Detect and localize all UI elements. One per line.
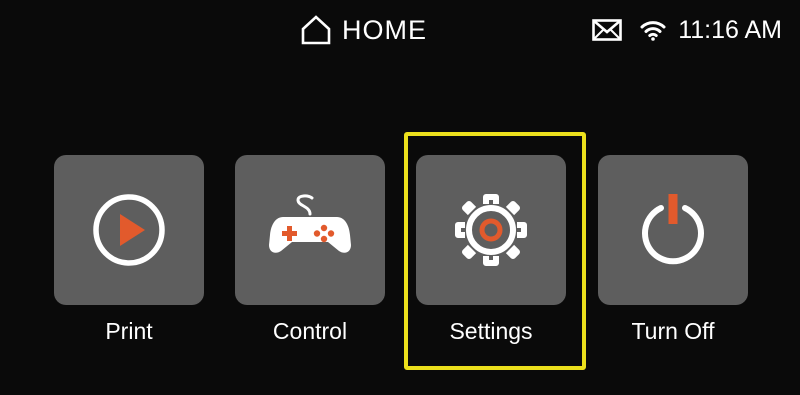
settings-tile[interactable] xyxy=(416,155,566,305)
settings-label: Settings xyxy=(449,318,533,344)
turn-off-tile[interactable] xyxy=(598,155,748,305)
control-label: Control xyxy=(272,318,348,344)
print-label: Print xyxy=(105,318,153,344)
status-bar: 11:16 AM xyxy=(592,12,782,48)
turn-off-label: Turn Off xyxy=(631,318,715,344)
control-tile[interactable] xyxy=(235,155,385,305)
wifi-icon xyxy=(640,21,666,41)
play-icon xyxy=(93,194,165,266)
page-title: HOME xyxy=(342,14,427,45)
home-icon[interactable] xyxy=(300,14,332,46)
mail-icon[interactable] xyxy=(592,19,623,41)
gamepad-icon xyxy=(269,194,351,253)
clock: 11:16 AM xyxy=(678,15,782,44)
print-tile[interactable] xyxy=(54,155,204,305)
header-title: HOME xyxy=(300,12,427,48)
power-icon xyxy=(642,194,704,265)
gear-icon xyxy=(455,194,527,266)
